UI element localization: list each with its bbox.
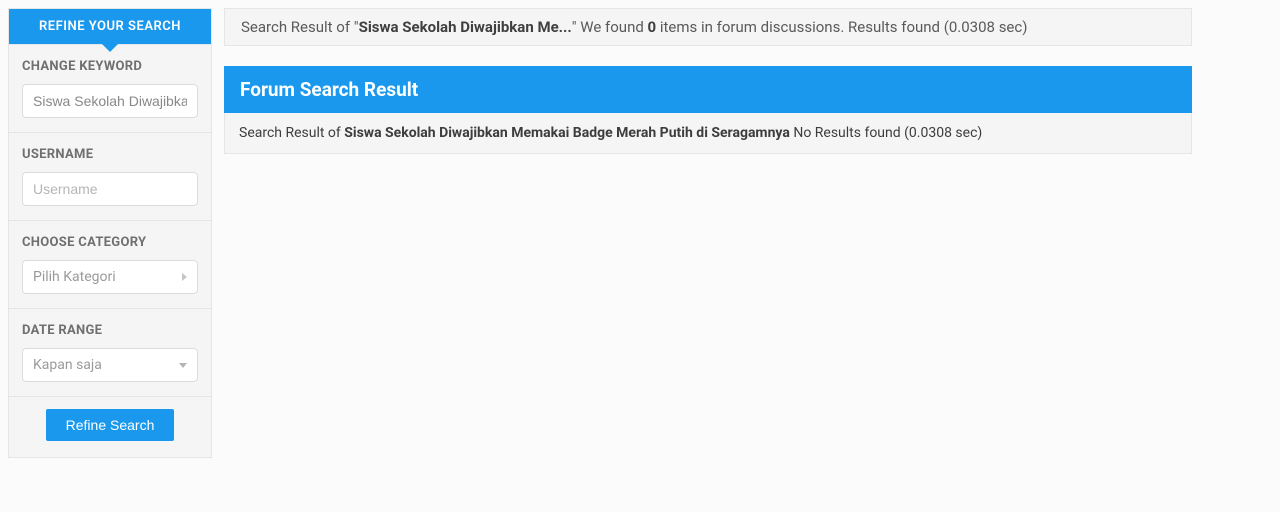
refine-search-button[interactable]: Refine Search (46, 409, 175, 441)
category-section: CHOOSE CATEGORY Pilih Kategori (9, 220, 211, 308)
summary-mid: " We found (572, 18, 648, 36)
daterange-label: DATE RANGE (22, 323, 198, 338)
daterange-section: DATE RANGE Kapan saja (9, 308, 211, 396)
category-selected-value: Pilih Kategori (33, 269, 116, 285)
forum-result-body: Search Result of Siswa Sekolah Diwajibka… (224, 113, 1192, 154)
keyword-input[interactable] (22, 84, 198, 118)
summary-count: 0 (648, 18, 657, 36)
category-label: CHOOSE CATEGORY (22, 235, 198, 250)
forum-body-suffix: No Results found (0.0308 sec) (790, 125, 982, 141)
username-input[interactable] (22, 172, 198, 206)
summary-suffix: items in forum discussions. Results foun… (656, 18, 1027, 36)
chevron-down-icon (179, 363, 187, 368)
keyword-section: CHANGE KEYWORD (9, 44, 211, 132)
chevron-right-icon (182, 273, 187, 281)
refine-sidebar: REFINE YOUR SEARCH CHANGE KEYWORD USERNA… (8, 8, 212, 458)
keyword-label: CHANGE KEYWORD (22, 59, 198, 74)
summary-term: Siswa Sekolah Diwajibkan Me... (359, 18, 572, 36)
main-content: Search Result of "Siswa Sekolah Diwajibk… (224, 8, 1192, 458)
daterange-selected-value: Kapan saja (33, 357, 102, 373)
forum-body-prefix: Search Result of (239, 125, 344, 141)
result-summary-bar: Search Result of "Siswa Sekolah Diwajibk… (224, 8, 1192, 46)
summary-prefix: Search Result of " (241, 18, 359, 36)
category-select[interactable]: Pilih Kategori (22, 260, 198, 294)
forum-result-header: Forum Search Result (224, 66, 1192, 113)
username-section: USERNAME (9, 132, 211, 220)
username-label: USERNAME (22, 147, 198, 162)
submit-row: Refine Search (9, 396, 211, 457)
refine-header: REFINE YOUR SEARCH (9, 9, 211, 44)
daterange-select[interactable]: Kapan saja (22, 348, 198, 382)
forum-body-term: Siswa Sekolah Diwajibkan Memakai Badge M… (344, 125, 790, 141)
